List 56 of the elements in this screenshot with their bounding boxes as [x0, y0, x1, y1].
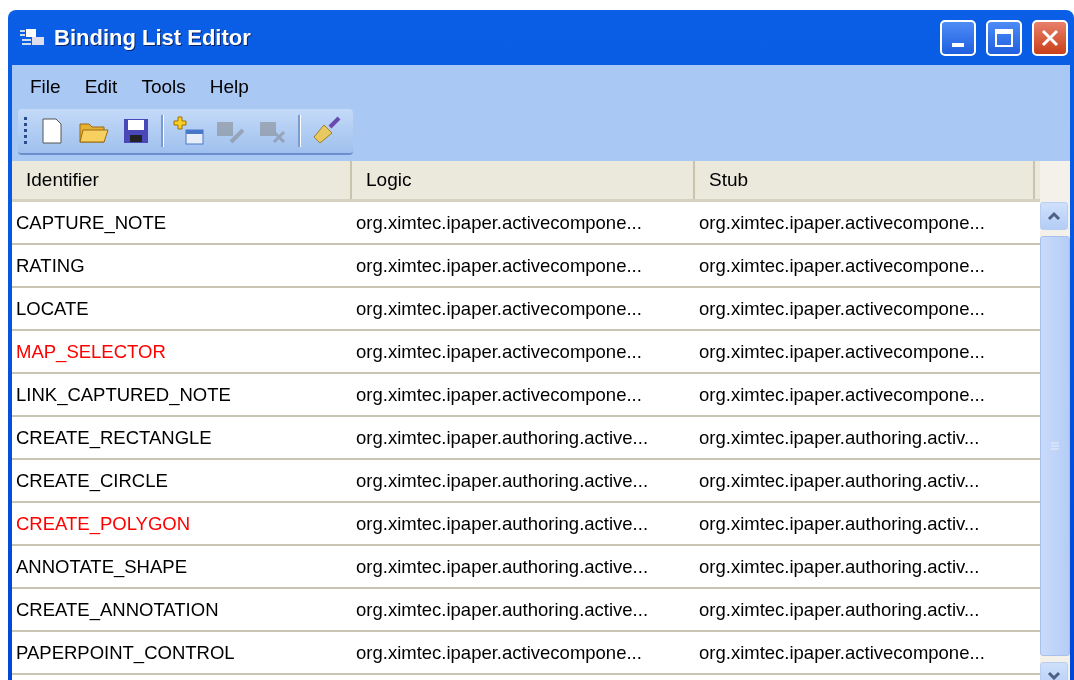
- table-cell-text: org.ximtec.ipaper.activecompone...: [355, 210, 643, 235]
- table-cell-text: org.ximtec.ipaper.activecompone...: [698, 640, 986, 665]
- table-cell-text: org.ximtec.ipaper.authoring.activ...: [698, 425, 981, 450]
- table-cell-text: PAPERPOINT_CONTROL: [15, 640, 236, 666]
- table-cell-text: org.ximtec.ipaper.authoring.active...: [355, 425, 650, 450]
- maximize-icon: [994, 27, 1014, 48]
- scroll-up-button[interactable]: [1040, 202, 1068, 230]
- table-cell-text: CAPTURE_NOTE: [15, 210, 168, 236]
- window-title: Binding List Editor: [54, 24, 252, 51]
- table-cell-text: org.ximtec.ipaper.activecompone...: [355, 339, 643, 364]
- table-cell-text: org.ximtec.ipaper.authoring.activ...: [698, 511, 981, 536]
- toolbar-grip[interactable]: [24, 117, 27, 145]
- table-cell-text: org.ximtec.ipaper.activecompone...: [698, 296, 986, 321]
- column-header[interactable]: Logic: [352, 161, 695, 199]
- table-cell-text: org.ximtec.ipaper.authoring.active...: [355, 468, 650, 493]
- table-cell-text: org.ximtec.ipaper.activecompone...: [355, 640, 643, 665]
- menu-item[interactable]: Help: [197, 76, 261, 98]
- maximize-button[interactable]: [986, 19, 1022, 56]
- table-cell-text: org.ximtec.ipaper.activecompone...: [698, 382, 986, 407]
- table-cell-text: org.ximtec.ipaper.authoring.active...: [355, 511, 650, 536]
- table-cell-text: org.ximtec.ipaper.activecompone...: [698, 210, 986, 235]
- table-cell-text: org.ximtec.ipaper.activecompone...: [355, 253, 643, 278]
- menu-item[interactable]: Tools: [129, 76, 198, 98]
- table-cell-text: LOCATE: [15, 296, 90, 321]
- table-cell-text: org.ximtec.ipaper.authoring.activ...: [698, 468, 981, 493]
- table-cell-text: CREATE_RECTANGLE: [15, 425, 213, 451]
- table-cell-text: org.ximtec.ipaper.authoring.active...: [355, 554, 650, 579]
- column-header[interactable]: Identifier: [12, 161, 352, 199]
- table-cell-text: CREATE_ANNOTATION: [15, 597, 220, 623]
- table-cell-text: org.ximtec.ipaper.authoring.activ...: [698, 554, 981, 579]
- table-cell-text: CREATE_CIRCLE: [15, 468, 169, 494]
- table-cell-text: org.ximtec.ipaper.authoring.active...: [355, 597, 650, 622]
- column-header[interactable]: Stub: [695, 161, 1035, 199]
- table-cell-text: RATING: [15, 253, 86, 278]
- menu-item[interactable]: Edit: [72, 76, 130, 98]
- table-cell-text: org.ximtec.ipaper.activecompone...: [698, 339, 986, 364]
- new-document-icon: [41, 117, 63, 145]
- table-cell-text: org.ximtec.ipaper.authoring.activ...: [698, 597, 981, 622]
- menu-item[interactable]: File: [18, 76, 73, 98]
- scrollbar[interactable]: [1040, 161, 1070, 680]
- up-caret-icon: [1047, 211, 1061, 221]
- minimize-icon: [952, 42, 964, 47]
- table-cell-text: org.ximtec.ipaper.activecompone...: [355, 382, 643, 407]
- table-cell-text: ANNOTATE_SHAPE: [15, 554, 188, 580]
- close-icon: [1040, 27, 1060, 48]
- table-cell-text: org.ximtec.ipaper.activecompone...: [355, 296, 643, 321]
- minimize-button[interactable]: [940, 19, 976, 56]
- scroll-thumb[interactable]: [1040, 236, 1070, 656]
- down-caret-icon: [1047, 671, 1061, 680]
- table-cell-text: CREATE_POLYGON: [15, 511, 192, 537]
- grip-icon: [1050, 441, 1060, 451]
- table-cell-text: LINK_CAPTURED_NOTE: [15, 382, 232, 408]
- table-cell-text: MAP_SELECTOR: [15, 339, 167, 365]
- close-button[interactable]: [1032, 19, 1068, 56]
- table-cell-text: org.ximtec.ipaper.activecompone...: [698, 253, 986, 278]
- add-table-icon: [173, 116, 205, 146]
